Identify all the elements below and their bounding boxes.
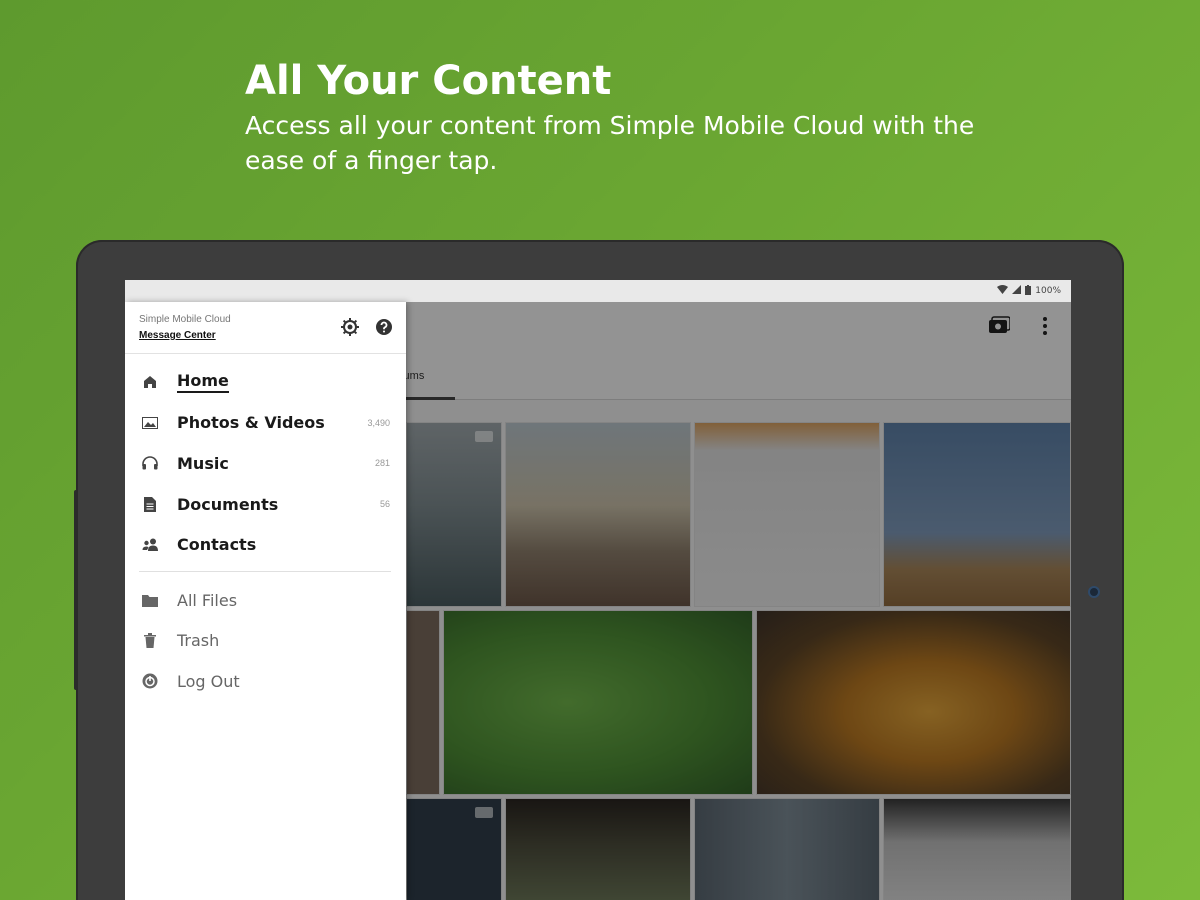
wifi-icon — [997, 285, 1009, 297]
nav-label: All Files — [177, 590, 238, 610]
nav-label: Music — [177, 453, 229, 473]
nav-label: Log Out — [177, 671, 240, 691]
battery-icon — [1025, 284, 1032, 298]
nav-label: Documents — [177, 494, 279, 514]
nav-item-photos-videos[interactable]: Photos & Videos 3,490 — [125, 403, 406, 444]
app-name: Simple Mobile Cloud — [139, 314, 231, 325]
status-bar: 100% — [125, 280, 1071, 302]
drawer-divider — [139, 571, 391, 572]
headphones-icon — [141, 454, 159, 472]
nav-item-home[interactable]: Home — [125, 362, 406, 403]
nav-label: Home — [177, 371, 229, 394]
nav-item-log-out[interactable]: Log Out — [125, 661, 406, 702]
settings-icon[interactable] — [340, 318, 360, 338]
trash-icon — [141, 632, 159, 650]
home-icon — [141, 373, 159, 391]
nav-label: Trash — [177, 631, 220, 651]
nav-item-documents[interactable]: Documents 56 — [125, 484, 406, 525]
drawer-header: Simple Mobile Cloud Message Center — [125, 302, 406, 354]
folder-icon — [141, 591, 159, 609]
battery-percent: 100% — [1035, 286, 1061, 296]
drawer-nav-list: Home Photos & Videos 3,490 Music 281 Doc… — [125, 362, 406, 565]
tablet-camera — [1088, 586, 1100, 598]
tablet-side-button — [74, 490, 78, 690]
help-icon[interactable] — [374, 318, 394, 338]
nav-count: 56 — [379, 499, 390, 510]
contacts-icon — [141, 536, 159, 554]
drawer-secondary-list: All Files Trash Log Out — [125, 580, 406, 702]
navigation-drawer: Simple Mobile Cloud Message Center Home — [125, 302, 406, 900]
tablet-screen: 100% lbums Simple Mobile Cloud Message C… — [125, 280, 1071, 900]
logout-icon — [141, 672, 159, 690]
nav-label: Photos & Videos — [177, 413, 325, 433]
promo-subtitle: Access all your content from Simple Mobi… — [245, 111, 975, 175]
nav-item-all-files[interactable]: All Files — [125, 580, 406, 621]
document-icon — [141, 495, 159, 513]
signal-icon — [1012, 285, 1022, 297]
nav-count: 281 — [374, 458, 390, 469]
nav-count: 3,490 — [367, 417, 390, 428]
nav-item-music[interactable]: Music 281 — [125, 443, 406, 484]
nav-item-contacts[interactable]: Contacts — [125, 524, 406, 565]
message-center-link[interactable]: Message Center — [139, 330, 216, 341]
photo-icon — [141, 414, 159, 432]
nav-label: Contacts — [177, 535, 257, 555]
promo-title: All Your Content — [245, 58, 612, 104]
nav-item-trash[interactable]: Trash — [125, 621, 406, 662]
